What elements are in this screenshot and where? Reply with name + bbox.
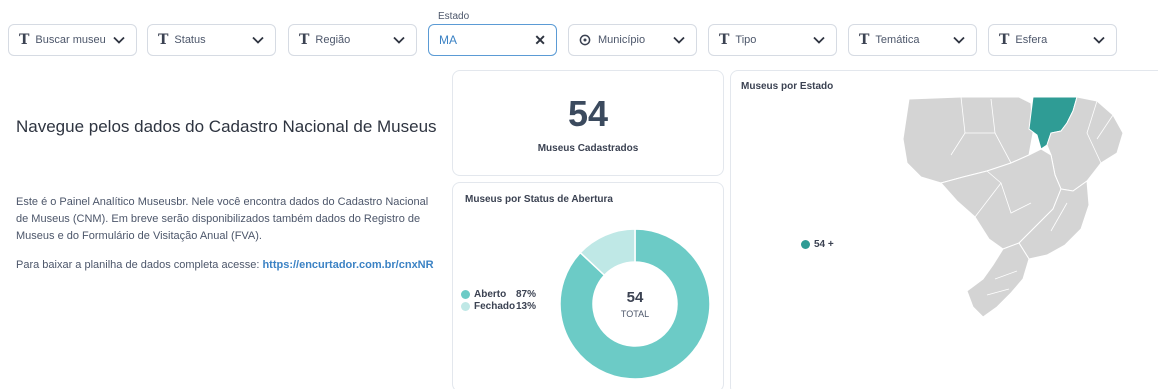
- legend-percent: 87%: [516, 288, 537, 300]
- filter-status[interactable]: T Status: [147, 24, 276, 56]
- intro-paragraph: Este é o Painel Analítico Museusbr. Nele…: [16, 196, 429, 242]
- museums-count-card: 54 Museus Cadastrados: [452, 70, 724, 176]
- filter-label: Temática: [875, 34, 920, 46]
- status-donut-chart: 54 TOTAL: [559, 228, 711, 380]
- text-type-icon: T: [859, 32, 870, 48]
- donut-center-label: TOTAL: [621, 309, 649, 319]
- museums-count-label: Museus Cadastrados: [537, 143, 639, 154]
- map-regions: [902, 96, 1124, 318]
- filter-esfera[interactable]: T Esfera: [988, 24, 1117, 56]
- filter-buscar-museu[interactable]: T Buscar museu: [8, 24, 137, 56]
- download-link[interactable]: https://encurtador.com.br/cnxNR: [262, 259, 433, 271]
- chevron-down-icon[interactable]: [392, 36, 406, 44]
- filter-label: Município: [598, 34, 646, 46]
- filter-label: Tipo: [735, 34, 757, 46]
- map-card: Museus por Estado 54 +: [730, 70, 1158, 389]
- map-pin-icon: [579, 34, 591, 47]
- chevron-down-icon[interactable]: [812, 36, 826, 44]
- filter-label: Região: [315, 34, 351, 46]
- chevron-down-icon[interactable]: [1092, 36, 1106, 44]
- legend-percent: 13%: [516, 300, 537, 312]
- map-legend: 54 +: [801, 239, 834, 250]
- filter-regiao[interactable]: T Região: [288, 24, 417, 56]
- legend-label: Aberto: [474, 288, 507, 300]
- filter-label: Esfera: [1015, 34, 1048, 46]
- filter-municipio[interactable]: Município: [568, 24, 697, 56]
- text-type-icon: T: [299, 32, 310, 48]
- filter-label: Buscar museu: [35, 34, 106, 46]
- chevron-down-icon[interactable]: [112, 36, 126, 44]
- legend-item-aberto[interactable]: Aberto 87%: [461, 288, 536, 300]
- filter-estado[interactable]: MA ✕: [428, 24, 557, 56]
- museums-count-value: 54: [567, 93, 609, 134]
- map-legend-label: 54 +: [814, 239, 834, 250]
- brazil-map: [902, 96, 1124, 318]
- legend-item-fechado[interactable]: Fechado 13%: [461, 300, 536, 312]
- page-title: Navegue pelos dados do Cadastro Nacional…: [16, 117, 437, 136]
- chevron-down-icon[interactable]: [672, 36, 686, 44]
- map-legend-dot: [801, 240, 810, 249]
- status-legend: Aberto 87% Fechado 13%: [461, 288, 536, 312]
- filter-bar: T Buscar museu T Status T Região Estado …: [0, 0, 1158, 62]
- download-prefix: Para baixar a planilha de dados completa…: [16, 259, 263, 271]
- text-type-icon: T: [19, 32, 30, 48]
- filter-tematica[interactable]: T Temática: [848, 24, 977, 56]
- chevron-down-icon[interactable]: [952, 36, 966, 44]
- status-chart-card: Museus por Status de Abertura Aberto 87% F…: [452, 182, 724, 389]
- map-title: Museus por Estado: [741, 81, 834, 92]
- download-paragraph: Para baixar a planilha de dados completa…: [16, 259, 456, 271]
- map-region-south[interactable]: [966, 242, 1030, 318]
- legend-dot: [461, 289, 470, 299]
- legend-label: Fechado: [474, 300, 516, 312]
- text-type-icon: T: [158, 32, 169, 48]
- estado-floating-label: Estado: [438, 11, 470, 22]
- filter-tipo[interactable]: T Tipo: [708, 24, 837, 56]
- donut-center-value: 54: [627, 289, 644, 306]
- clear-icon[interactable]: ✕: [534, 32, 546, 49]
- text-type-icon: T: [999, 32, 1010, 48]
- filter-label: Status: [174, 34, 206, 46]
- text-type-icon: T: [719, 32, 730, 48]
- status-chart-title: Museus por Status de Abertura: [465, 194, 613, 205]
- chevron-down-icon[interactable]: [251, 36, 265, 44]
- legend-dot: [461, 301, 470, 311]
- estado-input-value[interactable]: MA: [439, 33, 534, 47]
